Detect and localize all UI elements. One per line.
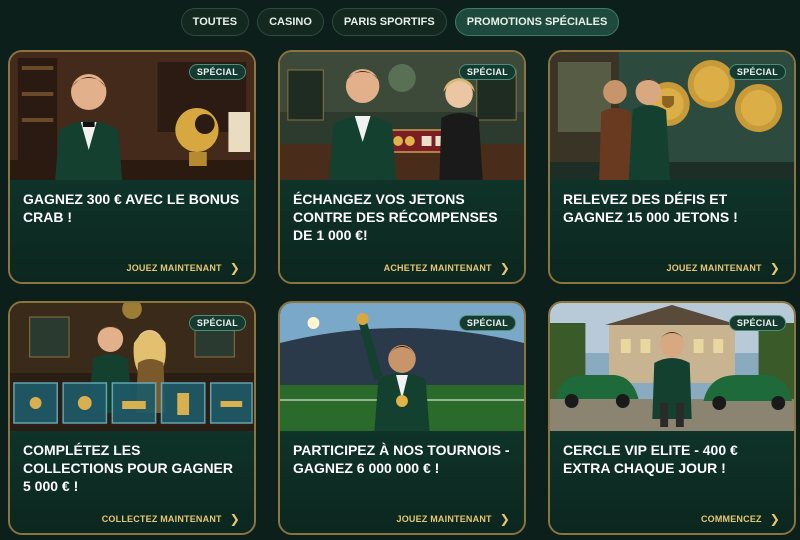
promo-card-body: GAGNEZ 300 € AVEC LE BONUS CRAB ! JOUEZ … [10, 180, 254, 282]
special-badge: SPÉCIAL [188, 64, 246, 80]
chevron-right-icon: ❯ [769, 512, 780, 526]
chevron-right-icon: ❯ [229, 261, 240, 275]
promo-image-exchange-counter: SPÉCIAL [280, 52, 524, 180]
start-link[interactable]: COMMENCEZ ❯ [701, 513, 780, 525]
play-now-link[interactable]: JOUEZ MAINTENANT ❯ [667, 262, 780, 274]
promo-title: GAGNEZ 300 € AVEC LE BONUS CRAB ! [23, 191, 240, 225]
play-now-link[interactable]: JOUEZ MAINTENANT ❯ [397, 513, 510, 525]
promo-image-mansion-cars: SPÉCIAL [550, 303, 794, 431]
cta-label: JOUEZ MAINTENANT [126, 263, 222, 273]
promo-title: CERCLE VIP ELITE - 400 € EXTRA CHAQUE JO… [563, 442, 738, 476]
promo-image-stadium: SPÉCIAL [280, 303, 524, 431]
promo-card-vip-elite[interactable]: SPÉCIAL CERCLE VIP ELITE - 400 € EXTRA C… [548, 301, 796, 535]
promo-card-body: ÉCHANGEZ VOS JETONS CONTRE DES RÉCOMPENS… [280, 180, 524, 282]
promo-card-body: CERCLE VIP ELITE - 400 € EXTRA CHAQUE JO… [550, 431, 794, 533]
cta-label: ACHETEZ MAINTENANT [383, 263, 492, 273]
tab-promotions-speciales[interactable]: PROMOTIONS SPÉCIALES [454, 8, 620, 36]
promo-card-tournaments[interactable]: SPÉCIAL PARTICIPEZ À NOS TOURNOIS - GAGN… [278, 301, 526, 535]
promo-title: PARTICIPEZ À NOS TOURNOIS - GAGNEZ 6 000… [293, 442, 510, 476]
special-badge: SPÉCIAL [458, 64, 516, 80]
special-badge: SPÉCIAL [728, 315, 786, 331]
tab-toutes[interactable]: TOUTES [180, 8, 250, 36]
chevron-right-icon: ❯ [499, 512, 510, 526]
promo-card-collections[interactable]: SPÉCIAL COMPLÉTEZ LES COLLECTIONS POUR G… [8, 301, 256, 535]
special-badge: SPÉCIAL [458, 315, 516, 331]
cta-label: COMMENCEZ [700, 514, 762, 524]
tab-paris-sportifs[interactable]: PARIS SPORTIFS [331, 8, 447, 36]
promo-card-body: PARTICIPEZ À NOS TOURNOIS - GAGNEZ 6 000… [280, 431, 524, 533]
chevron-right-icon: ❯ [229, 512, 240, 526]
play-now-link[interactable]: JOUEZ MAINTENANT ❯ [127, 262, 240, 274]
chevron-right-icon: ❯ [499, 261, 510, 275]
promo-image-trophy-coins: SPÉCIAL [550, 52, 794, 180]
promo-card-bonus-crab[interactable]: SPÉCIAL GAGNEZ 300 € AVEC LE BONUS CRAB … [8, 50, 256, 284]
chevron-right-icon: ❯ [769, 261, 780, 275]
promo-title: COMPLÉTEZ LES COLLECTIONS POUR GAGNER 5 … [23, 442, 234, 494]
promo-image-library-coin: SPÉCIAL [10, 52, 254, 180]
promo-title: ÉCHANGEZ VOS JETONS CONTRE DES RÉCOMPENS… [293, 191, 498, 243]
buy-now-link[interactable]: ACHETEZ MAINTENANT ❯ [384, 262, 510, 274]
promotions-grid: SPÉCIAL GAGNEZ 300 € AVEC LE BONUS CRAB … [8, 50, 796, 535]
promo-card-exchange-tokens[interactable]: SPÉCIAL ÉCHANGEZ VOS JETONS CONTRE DES R… [278, 50, 526, 284]
special-badge: SPÉCIAL [728, 64, 786, 80]
promo-card-body: COMPLÉTEZ LES COLLECTIONS POUR GAGNER 5 … [10, 431, 254, 533]
promo-card-body: RELEVEZ DES DÉFIS ET GAGNEZ 15 000 JETON… [550, 180, 794, 282]
cta-label: JOUEZ MAINTENANT [666, 263, 762, 273]
collect-now-link[interactable]: COLLECTEZ MAINTENANT ❯ [102, 513, 240, 525]
promo-image-collection-cases: SPÉCIAL [10, 303, 254, 431]
cta-label: JOUEZ MAINTENANT [396, 514, 492, 524]
tab-casino[interactable]: CASINO [257, 8, 324, 36]
category-tabs: TOUTES CASINO PARIS SPORTIFS PROMOTIONS … [0, 8, 800, 36]
promo-card-challenges[interactable]: SPÉCIAL RELEVEZ DES DÉFIS ET GAGNEZ 15 0… [548, 50, 796, 284]
cta-label: COLLECTEZ MAINTENANT [101, 514, 222, 524]
special-badge: SPÉCIAL [188, 315, 246, 331]
promo-title: RELEVEZ DES DÉFIS ET GAGNEZ 15 000 JETON… [563, 191, 738, 225]
